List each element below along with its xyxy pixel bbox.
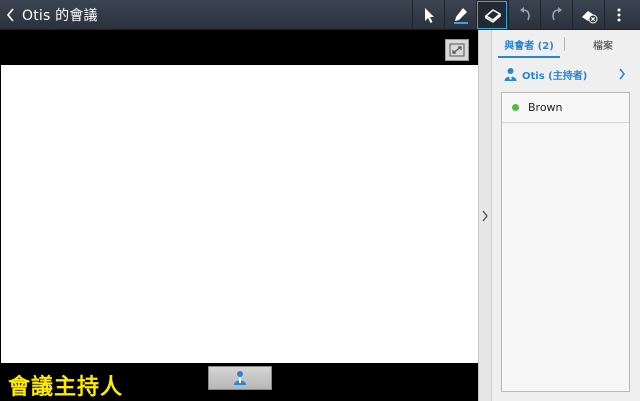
expand-icon (449, 43, 465, 57)
redo-icon (551, 7, 562, 21)
chevron-right-icon (619, 68, 626, 80)
host-row[interactable]: Otis (主持者) (492, 60, 640, 88)
clear-all-icon (581, 11, 597, 24)
drawing-toolbar (412, 0, 632, 30)
chevron-right-icon (482, 210, 488, 221)
more-tool[interactable] (604, 0, 632, 30)
cursor-icon (424, 8, 434, 23)
participant-list: Brown (501, 92, 630, 392)
pen-icon (453, 8, 468, 24)
whiteboard-canvas[interactable] (1, 65, 478, 363)
board-header (0, 30, 478, 65)
participant-name: Brown (528, 101, 563, 114)
participants-panel: 與會者 (2) 檔案 Otis (主持者) Brown (492, 30, 640, 401)
undo-icon (519, 7, 530, 21)
back-button[interactable]: Otis 的會議 (0, 0, 412, 30)
host-label: Otis (主持者) (522, 70, 588, 82)
eraser-tool[interactable] (476, 0, 508, 30)
online-status-icon (512, 104, 519, 111)
panel-toggle-handle[interactable] (478, 30, 492, 401)
list-item[interactable]: Brown (502, 93, 629, 123)
chevron-left-icon (6, 8, 14, 22)
more-vertical-icon (617, 8, 620, 22)
action-bar: Otis 的會議 (0, 0, 640, 30)
pointer-tool[interactable] (412, 0, 444, 30)
tab-participants[interactable]: 與會者 (2) (492, 30, 566, 58)
meeting-title: Otis 的會議 (22, 8, 98, 24)
person-icon (234, 371, 246, 385)
clear-tool[interactable] (572, 0, 604, 30)
host-caption: 會議主持人 (8, 375, 124, 400)
pen-tool[interactable] (444, 0, 476, 30)
tab-files[interactable]: 檔案 (566, 30, 640, 58)
undo-tool[interactable] (508, 0, 540, 30)
presenter-button[interactable] (208, 366, 272, 390)
tab-divider (564, 37, 565, 51)
redo-tool[interactable] (540, 0, 572, 30)
panel-tabs: 與會者 (2) 檔案 (492, 30, 640, 58)
person-icon (504, 67, 517, 81)
eraser-icon (484, 9, 501, 23)
fullscreen-button[interactable] (445, 39, 469, 61)
